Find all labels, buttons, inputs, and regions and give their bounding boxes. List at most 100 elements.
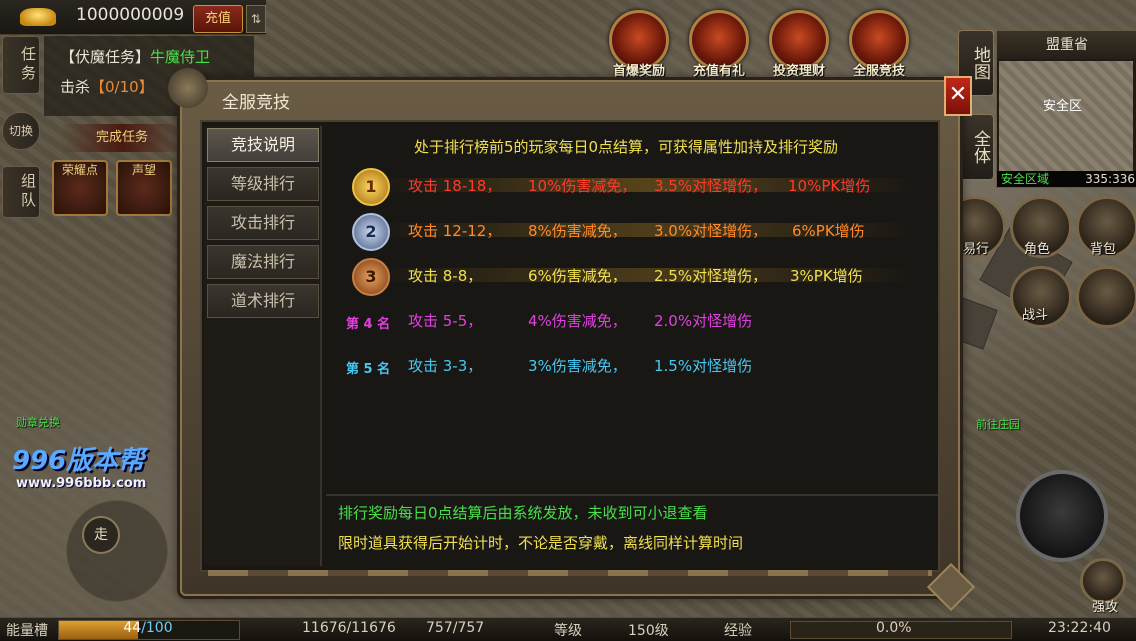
rank2-monster: 3.0%对怪增伤， <box>654 222 768 240</box>
joystick[interactable] <box>66 500 168 602</box>
rank1-monster: 3.5%对怪增伤， <box>654 177 768 195</box>
energy-max: /100 <box>141 620 173 636</box>
activity-label: 首爆奖励 <box>612 64 665 79</box>
force-attack-label: 强攻 <box>1092 600 1119 615</box>
npc-medal-exchange[interactable]: 勋章兑换 <box>16 414 60 430</box>
dialog-body: 竞技说明 等级排行 攻击排行 魔法排行 道术排行 处于排行榜前5的玩家每日0点结… <box>200 120 940 576</box>
tab-attack-ranking[interactable]: 攻击排行 <box>207 206 319 240</box>
note-line-2: 限时道具获得后开始计时，不论是否穿戴，离线同样计算时间 <box>338 534 744 552</box>
activity-recharge-gift[interactable]: 充值有礼 <box>682 10 756 80</box>
rank4-tag: 第 4 名 <box>346 317 391 332</box>
honor-points-icon[interactable]: 荣耀点 <box>52 160 108 216</box>
tab-arena-rules[interactable]: 竞技说明 <box>207 128 319 162</box>
rank5-tag: 第 5 名 <box>346 362 391 377</box>
gold-medal-icon: 1 <box>352 168 390 206</box>
kill-count: 【0/10】 <box>90 78 154 96</box>
tab-quest[interactable]: 任务 <box>2 36 40 94</box>
rank1-attack: 攻击 18-18， <box>408 177 502 195</box>
logo-text: 996版本帮 <box>12 446 145 476</box>
rank2-pk: 6%PK增伤 <box>792 222 865 240</box>
kill-label: 击杀 <box>60 78 91 96</box>
safe-zone-marker: 安全区 <box>1043 99 1083 114</box>
activity-label: 充值有礼 <box>692 64 745 79</box>
dialog-title: 全服竞技 <box>222 93 290 113</box>
gold-ingot-icon <box>20 8 56 26</box>
tab-team[interactable]: 组队 <box>2 166 40 218</box>
honor-points-label: 荣耀点 <box>61 163 98 177</box>
rank4-reduction: 4%伤害减免， <box>528 312 627 330</box>
activity-first-drop[interactable]: 首爆奖励 <box>602 10 676 80</box>
quest-progress: 击杀【0/10】 <box>60 76 154 97</box>
direction-button[interactable] <box>1076 266 1136 328</box>
region-name: 盟重省 <box>997 31 1136 59</box>
tab-level-ranking[interactable]: 等级排行 <box>207 167 319 201</box>
reward-notes: 排行奖励每日0点结算后由系统发放，未收到可小退查看 限时道具获得后开始计时，不论… <box>326 494 938 572</box>
quest-title: 【伏魔任务】牛魔侍卫 <box>60 46 210 67</box>
rank1-pk: 10%PK增伤 <box>788 177 871 195</box>
activity-label: 投资理财 <box>772 64 825 79</box>
rank-row-3: 3 攻击 8-8， 6%伤害减免， 2.5%对怪增伤， 3%PK增伤 <box>336 256 916 296</box>
battle-label: 战斗 <box>1022 308 1049 323</box>
server-arena-dialog: 全服竞技 ✕ 竞技说明 等级排行 攻击排行 魔法排行 道术排行 处于排行榜前5的… <box>168 68 972 596</box>
switch-button[interactable]: 切换 <box>2 112 40 150</box>
rank4-attack: 攻击 5-5， <box>408 312 483 330</box>
rank5-attack: 攻击 3-3， <box>408 357 483 375</box>
currency-bar: 1000000009 充值 ⇅ <box>0 0 266 35</box>
complete-quest-label[interactable]: 完成任务 <box>60 124 184 152</box>
reputation-label: 声望 <box>131 163 156 177</box>
exp-label: 经验 <box>724 623 752 639</box>
clock: 23:22:40 <box>1048 620 1111 636</box>
all-button[interactable]: 全体 <box>958 114 994 180</box>
rank4-monster: 2.0%对怪增伤 <box>654 312 753 330</box>
quest-type: 【伏魔任务】 <box>60 48 151 66</box>
recharge-button[interactable]: 充值 <box>193 5 243 33</box>
walk-toggle-button[interactable]: 走 <box>82 516 120 554</box>
rank-row-4: 第 4 名 攻击 5-5， 4%伤害减免， 2.0%对怪增伤 <box>336 301 916 339</box>
rank1-reduction: 10%伤害减免， <box>528 177 637 195</box>
rank5-reduction: 3%伤害减免， <box>528 357 627 375</box>
status-bar: 能量槽 44/100 11676/11676 757/757 等级 150级 经… <box>0 617 1136 641</box>
mp-value: 757/757 <box>426 620 485 636</box>
rank3-pk: 3%PK增伤 <box>790 267 863 285</box>
energy-label: 能量槽 <box>6 623 48 639</box>
arena-rules-content: 处于排行榜前5的玩家每日0点结算，可获得属性加持及排行奖励 1 攻击 18-18… <box>326 122 938 570</box>
rank2-attack: 攻击 12-12， <box>408 222 502 240</box>
ranking-description: 处于排行榜前5的玩家每日0点结算，可获得属性加持及排行奖励 <box>413 138 839 156</box>
minimap-view[interactable] <box>999 61 1133 171</box>
rank-row-1: 1 攻击 18-18， 10%伤害减免， 3.5%对怪增伤， 10%PK增伤 <box>336 166 916 206</box>
rank3-reduction: 6%伤害减免， <box>528 267 627 285</box>
tab-taoism-ranking[interactable]: 道术排行 <box>207 284 319 318</box>
tab-magic-ranking[interactable]: 魔法排行 <box>207 245 319 279</box>
reputation-icon[interactable]: 声望 <box>116 160 172 216</box>
swap-icon[interactable]: ⇅ <box>246 5 266 33</box>
attack-sword-button[interactable] <box>1016 470 1108 562</box>
logo-url: www.996bbb.com <box>16 476 147 491</box>
character-label: 角色 <box>1024 242 1051 257</box>
dialog-tabs: 竞技说明 等级排行 攻击排行 魔法排行 道术排行 <box>204 126 322 566</box>
rank2-reduction: 8%伤害减免， <box>528 222 627 240</box>
player-coords: 335:336 <box>1085 172 1135 186</box>
rank-row-5: 第 5 名 攻击 3-3， 3%伤害减免， 1.5%对怪增伤 <box>336 346 916 384</box>
quest-target: 牛魔侍卫 <box>150 48 211 66</box>
activity-label: 全服竞技 <box>852 64 905 79</box>
npc-go-manor[interactable]: 前往庄园 <box>976 416 1020 432</box>
quest-side-tabs: 任务 切换 组队 <box>0 36 40 218</box>
energy-current: 44 <box>123 620 142 636</box>
note-line-1: 排行奖励每日0点结算后由系统发放，未收到可小退查看 <box>338 504 708 522</box>
rank-row-2: 2 攻击 12-12， 8%伤害减免， 3.0%对怪增伤， 6%PK增伤 <box>336 211 916 251</box>
level-value: 150级 <box>628 623 669 639</box>
zone-status: 安全区域 <box>1001 172 1050 186</box>
backpack-label: 背包 <box>1090 242 1117 257</box>
rank5-monster: 1.5%对怪增伤 <box>654 357 753 375</box>
hp-value: 11676/11676 <box>302 620 396 636</box>
minimap-footer: 安全区域 335:336 <box>997 171 1136 187</box>
close-icon[interactable]: ✕ <box>944 76 972 116</box>
rank3-attack: 攻击 8-8， <box>408 267 483 285</box>
energy-value: 44/100 <box>58 620 238 636</box>
exp-value: 0.0% <box>876 620 912 636</box>
activity-server-arena[interactable]: 全服竞技 <box>842 10 916 80</box>
silver-medal-icon: 2 <box>352 213 390 251</box>
activity-invest[interactable]: 投资理财 <box>762 10 836 80</box>
minimap[interactable]: 盟重省 安全区 安全区域 335:336 <box>996 30 1136 188</box>
rank3-monster: 2.5%对怪增伤， <box>654 267 768 285</box>
